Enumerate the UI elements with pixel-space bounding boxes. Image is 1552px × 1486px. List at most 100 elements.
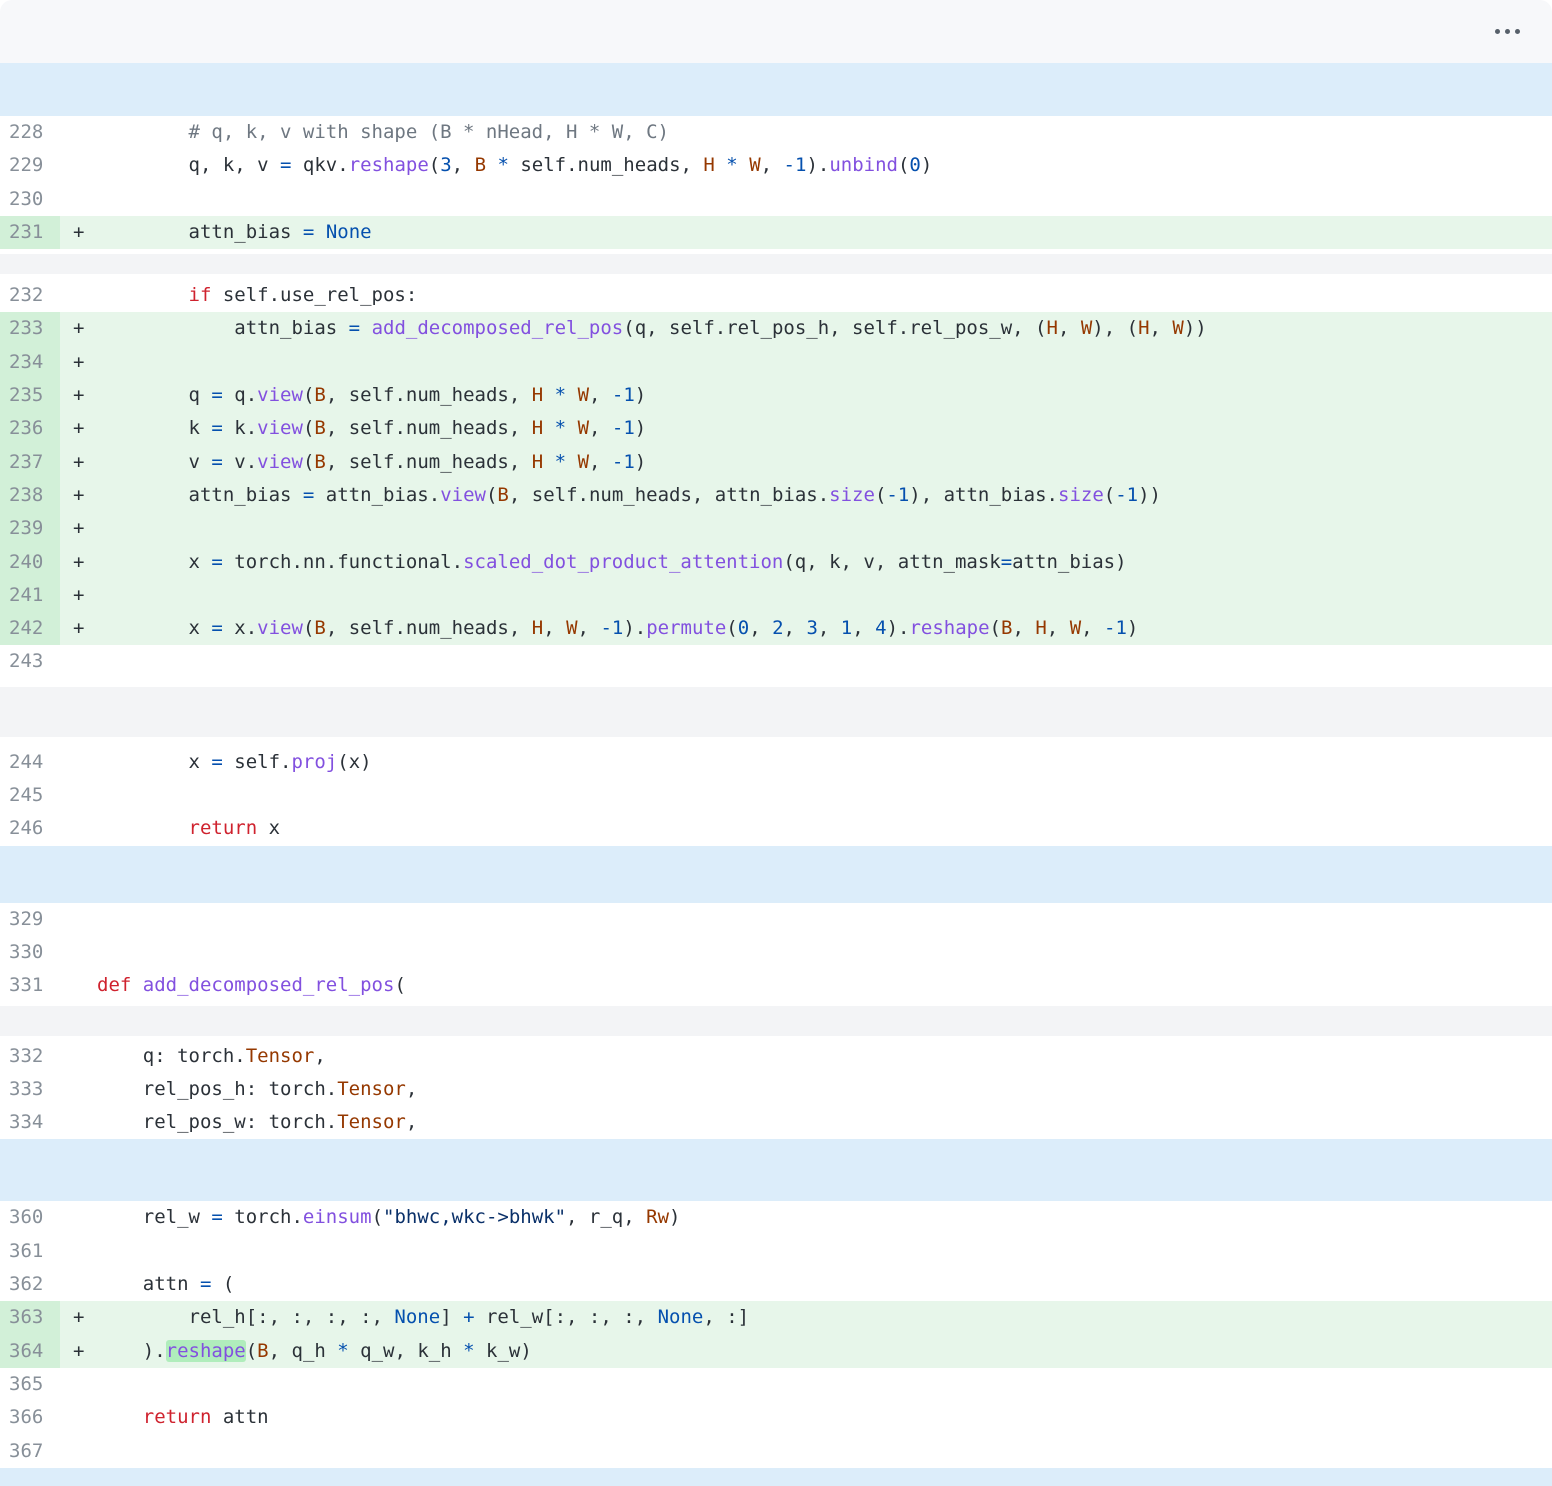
line-number[interactable]: 366 bbox=[0, 1401, 60, 1434]
diff-row-228[interactable]: 228 # q, k, v with shape (B * nHead, H *… bbox=[0, 116, 1552, 149]
diff-row-332[interactable]: 332 q: torch.Tensor, bbox=[0, 1040, 1552, 1073]
code-token: 4 bbox=[875, 617, 886, 639]
code-token: W bbox=[1070, 617, 1081, 639]
diff-row-367[interactable]: 367 bbox=[0, 1435, 1552, 1468]
code-token: q: torch. bbox=[97, 1045, 246, 1067]
line-number[interactable]: 228 bbox=[0, 116, 60, 149]
code-token: , self.num_heads, bbox=[326, 617, 532, 639]
line-number[interactable]: 362 bbox=[0, 1268, 60, 1301]
diff-row-232[interactable]: 232 if self.use_rel_pos: bbox=[0, 279, 1552, 312]
expand-hunk-band[interactable] bbox=[0, 1468, 1552, 1486]
diff-container: 228 # q, k, v with shape (B * nHead, H *… bbox=[0, 63, 1552, 1486]
line-number[interactable]: 360 bbox=[0, 1201, 60, 1234]
line-number[interactable]: 236 bbox=[0, 412, 60, 445]
kebab-horizontal-icon[interactable] bbox=[1489, 23, 1526, 40]
expand-hunk-band[interactable] bbox=[0, 63, 1552, 116]
diff-row-360[interactable]: 360 rel_w = torch.einsum("bhwc,wkc->bhwk… bbox=[0, 1201, 1552, 1234]
code-token: # q, k, v with shape (B * nHead, H * W, … bbox=[189, 121, 669, 143]
line-number[interactable]: 245 bbox=[0, 779, 60, 812]
code-token: attn bbox=[211, 1406, 268, 1428]
code-token: view bbox=[440, 484, 486, 506]
diff-row-363[interactable]: 363+ rel_h[:, :, :, :, None] + rel_w[:, … bbox=[0, 1301, 1552, 1334]
line-number[interactable]: 331 bbox=[0, 969, 60, 1002]
line-number[interactable]: 244 bbox=[0, 746, 60, 779]
line-number[interactable]: 332 bbox=[0, 1040, 60, 1073]
diff-row-233[interactable]: 233+ attn_bias = add_decomposed_rel_pos(… bbox=[0, 312, 1552, 345]
line-number[interactable]: 329 bbox=[0, 903, 60, 936]
diff-row-238[interactable]: 238+ attn_bias = attn_bias.view(B, self.… bbox=[0, 479, 1552, 512]
line-number[interactable]: 238 bbox=[0, 479, 60, 512]
diff-row-231[interactable]: 231+ attn_bias = None bbox=[0, 216, 1552, 249]
code-token: ( bbox=[372, 1206, 383, 1228]
diff-row-240[interactable]: 240+ x = torch.nn.functional.scaled_dot_… bbox=[0, 546, 1552, 579]
diff-row-243[interactable]: 243 bbox=[0, 645, 1552, 678]
diff-row-230[interactable]: 230 bbox=[0, 183, 1552, 216]
diff-row-244[interactable]: 244 x = self.proj(x) bbox=[0, 746, 1552, 779]
expand-hunk-band[interactable] bbox=[0, 1139, 1552, 1201]
diff-row-331[interactable]: 331def add_decomposed_rel_pos( bbox=[0, 969, 1552, 1002]
diff-row-333[interactable]: 333 rel_pos_h: torch.Tensor, bbox=[0, 1073, 1552, 1106]
diff-row-364[interactable]: 364+ ).reshape(B, q_h * q_w, k_h * k_w) bbox=[0, 1335, 1552, 1368]
diff-row-236[interactable]: 236+ k = k.view(B, self.num_heads, H * W… bbox=[0, 412, 1552, 445]
code-token: ( bbox=[246, 1340, 257, 1362]
line-number[interactable]: 246 bbox=[0, 812, 60, 845]
code-token: -1 bbox=[784, 154, 807, 176]
expand-hunk-band[interactable] bbox=[0, 846, 1552, 903]
line-number[interactable]: 235 bbox=[0, 379, 60, 412]
line-number[interactable]: 363 bbox=[0, 1301, 60, 1334]
diff-row-239[interactable]: 239+ bbox=[0, 512, 1552, 545]
diff-row-235[interactable]: 235+ q = q.view(B, self.num_heads, H * W… bbox=[0, 379, 1552, 412]
code-line: x = x.view(B, self.num_heads, H, W, -1).… bbox=[97, 612, 1138, 645]
diff-row-361[interactable]: 361 bbox=[0, 1235, 1552, 1268]
line-number[interactable]: 237 bbox=[0, 446, 60, 479]
line-number[interactable]: 367 bbox=[0, 1435, 60, 1468]
diff-row-246[interactable]: 246 return x bbox=[0, 812, 1552, 845]
diff-row-330[interactable]: 330 bbox=[0, 936, 1552, 969]
line-number[interactable]: 334 bbox=[0, 1106, 60, 1139]
line-number[interactable]: 232 bbox=[0, 279, 60, 312]
code-token: q_w, k_h bbox=[349, 1340, 463, 1362]
diff-row-334[interactable]: 334 rel_pos_w: torch.Tensor, bbox=[0, 1106, 1552, 1139]
line-number[interactable]: 241 bbox=[0, 579, 60, 612]
line-number[interactable]: 361 bbox=[0, 1235, 60, 1268]
diff-sign: + bbox=[60, 579, 97, 612]
diff-row-234[interactable]: 234+ bbox=[0, 346, 1552, 379]
code-token bbox=[360, 317, 371, 339]
line-number[interactable]: 330 bbox=[0, 936, 60, 969]
diff-row-245[interactable]: 245 bbox=[0, 779, 1552, 812]
code-token: v bbox=[97, 451, 211, 473]
diff-row-329[interactable]: 329 bbox=[0, 903, 1552, 936]
line-number[interactable]: 242 bbox=[0, 612, 60, 645]
code-token: , bbox=[1150, 317, 1173, 339]
diff-row-365[interactable]: 365 bbox=[0, 1368, 1552, 1401]
line-number[interactable]: 333 bbox=[0, 1073, 60, 1106]
diff-row-242[interactable]: 242+ x = x.view(B, self.num_heads, H, W,… bbox=[0, 612, 1552, 645]
diff-row-229[interactable]: 229 q, k, v = qkv.reshape(3, B * self.nu… bbox=[0, 149, 1552, 182]
line-number[interactable]: 240 bbox=[0, 546, 60, 579]
code-token: rel_pos_w: torch. bbox=[97, 1111, 337, 1133]
code-token: , self.num_heads, bbox=[326, 384, 532, 406]
code-token: = bbox=[211, 384, 222, 406]
line-number[interactable]: 364 bbox=[0, 1335, 60, 1368]
code-line: attn_bias = attn_bias.view(B, self.num_h… bbox=[97, 479, 1161, 512]
line-number[interactable]: 243 bbox=[0, 645, 60, 678]
code-section: 228 # q, k, v with shape (B * nHead, H *… bbox=[0, 116, 1552, 249]
code-token: add_decomposed_rel_pos bbox=[372, 317, 624, 339]
line-number[interactable]: 229 bbox=[0, 149, 60, 182]
diff-sign: + bbox=[60, 546, 97, 579]
diff-row-366[interactable]: 366 return attn bbox=[0, 1401, 1552, 1434]
diff-row-237[interactable]: 237+ v = v.view(B, self.num_heads, H * W… bbox=[0, 446, 1552, 479]
line-number[interactable]: 231 bbox=[0, 216, 60, 249]
code-token bbox=[566, 417, 577, 439]
code-token: * bbox=[726, 154, 737, 176]
line-number[interactable]: 234 bbox=[0, 346, 60, 379]
line-number[interactable]: 230 bbox=[0, 183, 60, 216]
code-token: , bbox=[543, 617, 566, 639]
diff-row-241[interactable]: 241+ bbox=[0, 579, 1552, 612]
line-number[interactable]: 365 bbox=[0, 1368, 60, 1401]
line-number[interactable]: 233 bbox=[0, 312, 60, 345]
diff-row-362[interactable]: 362 attn = ( bbox=[0, 1268, 1552, 1301]
code-token: = bbox=[211, 417, 222, 439]
code-token: k. bbox=[223, 417, 257, 439]
line-number[interactable]: 239 bbox=[0, 512, 60, 545]
